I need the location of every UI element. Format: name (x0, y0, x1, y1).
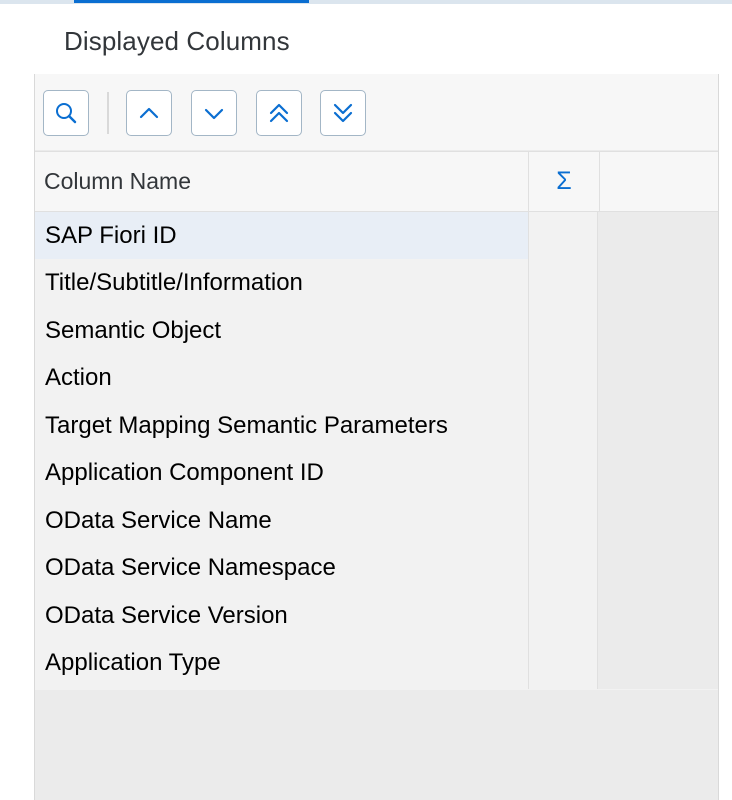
empty-area (35, 690, 718, 800)
move-down-button[interactable] (191, 90, 237, 136)
table-row[interactable]: Application Type (35, 639, 528, 686)
table-header: Column Name Σ (35, 151, 718, 212)
name-column: SAP Fiori ID Title/Subtitle/Information … (35, 212, 528, 689)
search-button[interactable] (43, 90, 89, 136)
table-row[interactable]: OData Service Name (35, 497, 528, 544)
chevron-up-icon (139, 107, 159, 119)
table-row[interactable]: Target Mapping Semantic Parameters (35, 402, 528, 449)
table-row[interactable]: OData Service Version (35, 592, 528, 639)
sigma-icon: Σ (556, 167, 572, 195)
toolbar-separator (107, 92, 109, 134)
columns-table: Column Name Σ SAP Fiori ID Title/Subtitl… (35, 151, 718, 767)
table-body: SAP Fiori ID Title/Subtitle/Information … (35, 212, 718, 767)
column-name-header: Column Name (44, 168, 191, 194)
active-tab-indicator (74, 0, 309, 3)
double-chevron-down-icon (333, 103, 353, 123)
table-row[interactable]: Semantic Object (35, 307, 528, 354)
table-row[interactable]: OData Service Namespace (35, 544, 528, 591)
sigma-header[interactable]: Σ (528, 152, 600, 211)
search-icon (56, 103, 77, 124)
move-to-bottom-button[interactable] (320, 90, 366, 136)
sigma-column (528, 212, 598, 689)
table-row[interactable]: Application Component ID (35, 449, 528, 496)
table-row[interactable]: Action (35, 354, 528, 401)
double-chevron-up-icon (269, 103, 289, 123)
toolbar (35, 74, 718, 150)
move-up-button[interactable] (126, 90, 172, 136)
chevron-down-icon (204, 108, 224, 120)
table-row[interactable]: Title/Subtitle/Information (35, 259, 528, 306)
table-row[interactable]: SAP Fiori ID (35, 212, 528, 259)
columns-panel: Column Name Σ SAP Fiori ID Title/Subtitl… (34, 74, 719, 800)
empty-column (598, 212, 718, 689)
move-to-top-button[interactable] (256, 90, 302, 136)
section-title: Displayed Columns (64, 26, 290, 56)
